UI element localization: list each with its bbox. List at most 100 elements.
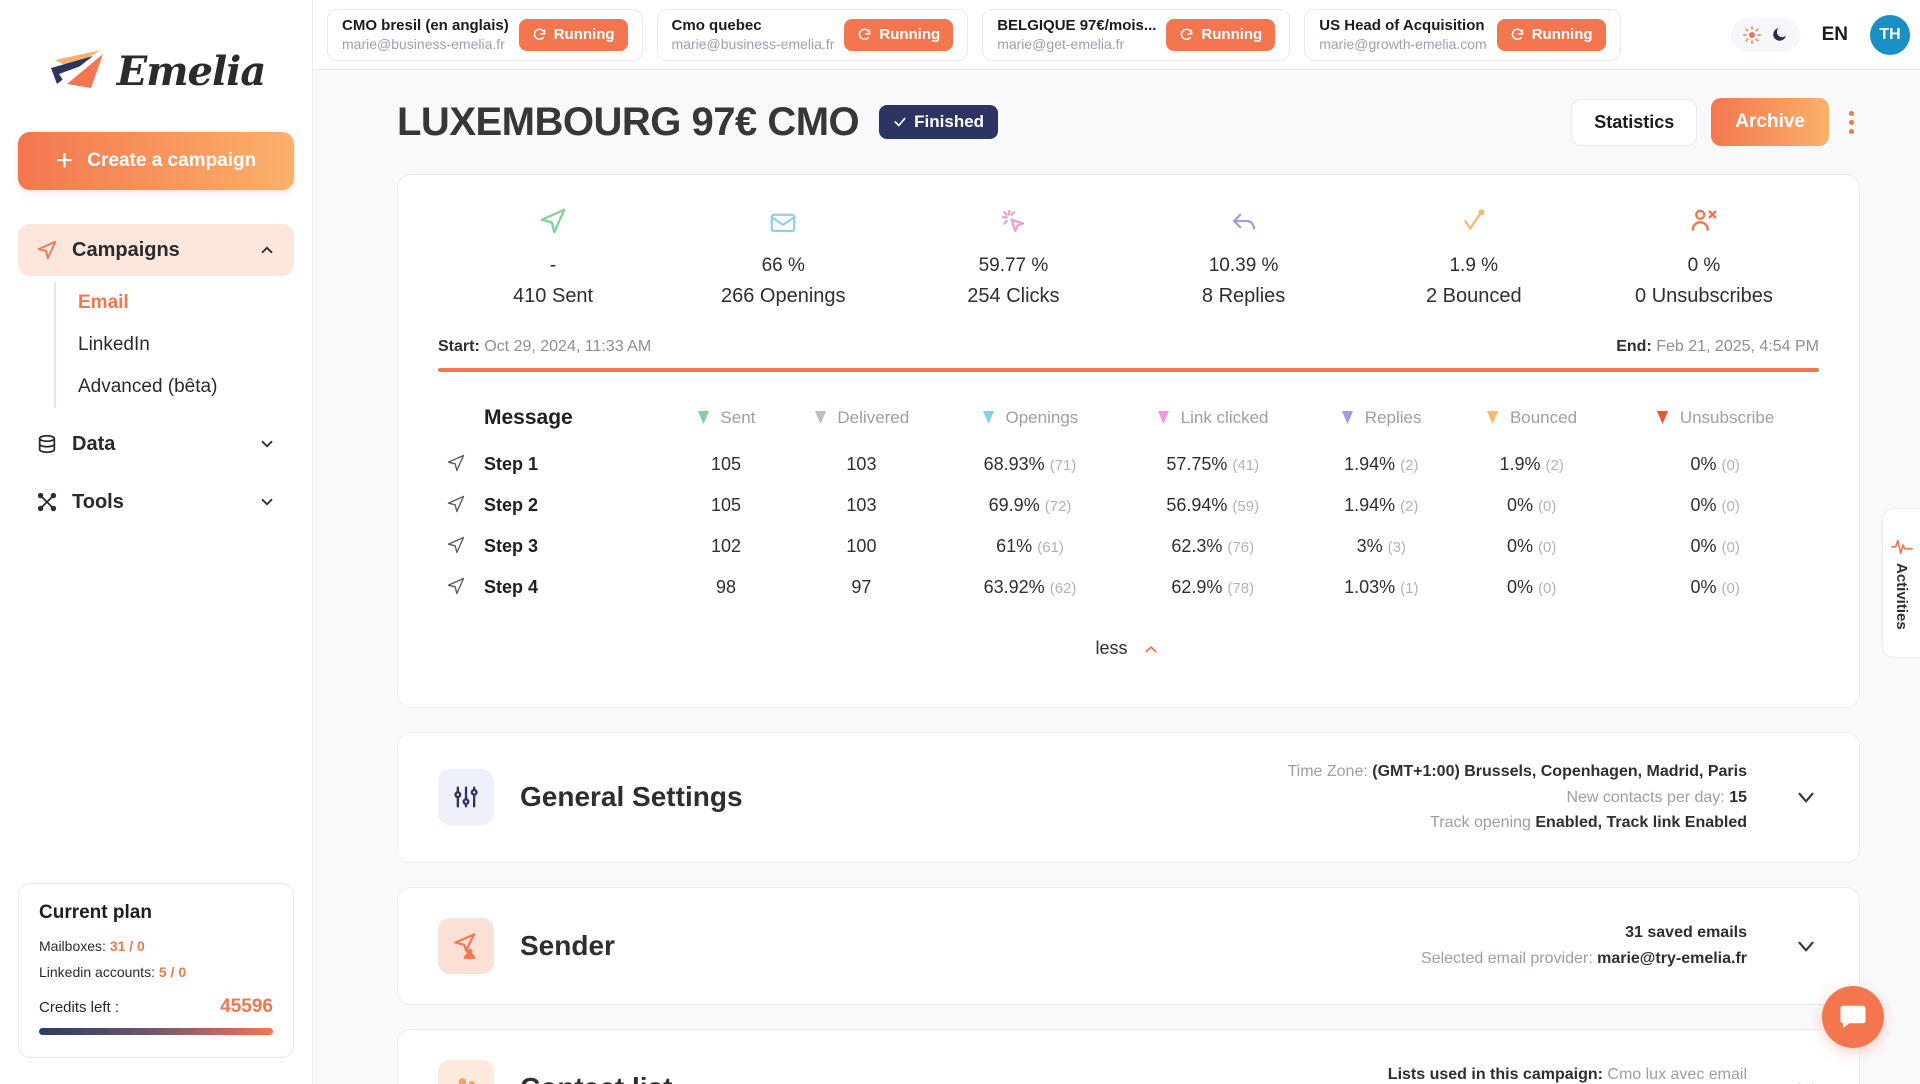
app-logo[interactable]: Emelia bbox=[0, 0, 312, 118]
sidebar-item-data[interactable]: Data bbox=[18, 418, 294, 470]
row-openings-count: (72) bbox=[1044, 498, 1072, 515]
cursor-click-icon bbox=[898, 201, 1128, 241]
col-message: Message bbox=[484, 406, 573, 429]
tools-icon bbox=[37, 492, 57, 512]
avatar[interactable]: TH bbox=[1870, 14, 1910, 55]
campaign-start-value: Oct 29, 2024, 11:33 AM bbox=[484, 338, 652, 355]
send-icon bbox=[447, 454, 465, 472]
moon-icon[interactable] bbox=[1771, 26, 1788, 43]
table-row[interactable]: Step 1 105 103 68.93% (71) 57.75% (41) 1… bbox=[438, 444, 1819, 485]
row-openings-pct: 68.93% bbox=[983, 454, 1045, 474]
stat-replies-label: 8 Replies bbox=[1201, 285, 1286, 307]
send-icon bbox=[447, 495, 465, 513]
row-openings-count: (62) bbox=[1049, 580, 1077, 597]
campaign-end-label: End: bbox=[1616, 338, 1652, 355]
row-bounced-count: (0) bbox=[1537, 498, 1557, 515]
campaign-end: End: Feb 21, 2025, 4:54 PM bbox=[1616, 338, 1819, 356]
sun-icon[interactable] bbox=[1742, 25, 1761, 44]
table-row[interactable]: Step 4 98 97 63.92% (62) 62.9% (78) 1.03… bbox=[438, 567, 1819, 608]
meta-value: marie@try-emelia.fr bbox=[1597, 949, 1747, 967]
row-openings-pct: 61% bbox=[996, 536, 1033, 556]
statistics-card: - 410 Sent 66 % 266 Openings 59.77 % 254… bbox=[397, 174, 1860, 708]
chevron-down-icon[interactable] bbox=[1793, 784, 1819, 810]
campaign-date-range: Start: Oct 29, 2024, 11:33 AM End: Feb 2… bbox=[438, 338, 1819, 356]
tag-icon bbox=[1657, 411, 1669, 424]
row-bounced-pct: 0% bbox=[1506, 577, 1533, 597]
col-openings-label: Openings bbox=[1005, 408, 1079, 427]
row-sent: 98 bbox=[716, 577, 737, 597]
row-clicked: 57.75% (41) bbox=[1115, 444, 1311, 485]
chevron-up-icon bbox=[261, 246, 273, 254]
campaign-tab[interactable]: BELGIQUE 97€/mois... marie@get-emelia.fr… bbox=[982, 8, 1291, 61]
row-replies-count: (3) bbox=[1387, 539, 1406, 556]
plan-linkedin-row: Linkedin accounts: 5 / 0 bbox=[39, 964, 273, 980]
chevron-down-icon[interactable] bbox=[1793, 933, 1819, 959]
section-sender[interactable]: Sender 31 saved emails Selected email pr… bbox=[397, 886, 1860, 1005]
row-clicked-pct: 62.3% bbox=[1171, 536, 1223, 556]
meta-value: 15 bbox=[1729, 788, 1747, 806]
section-general-settings[interactable]: General Settings Time Zone: (GMT+1:00) B… bbox=[397, 732, 1860, 863]
col-bounced: Bounced bbox=[1452, 392, 1612, 444]
campaign-tab[interactable]: CMO bresil (en anglais) marie@business-e… bbox=[327, 8, 643, 61]
sidebar-item-linkedin[interactable]: LinkedIn bbox=[78, 324, 294, 366]
sidebar-item-tools-label: Tools bbox=[72, 490, 124, 513]
current-plan-card: Current plan Mailboxes: 31 / 0 Linkedin … bbox=[18, 883, 294, 1058]
row-unsub-count: (0) bbox=[1721, 498, 1740, 515]
row-unsub: 0% (0) bbox=[1611, 444, 1819, 485]
row-clicked-pct: 62.9% bbox=[1171, 577, 1223, 597]
language-selector[interactable]: EN bbox=[1822, 24, 1848, 46]
section-meta: Time Zone: (GMT+1:00) Brussels, Copenhag… bbox=[1287, 759, 1747, 836]
campaign-tab-name: CMO bresil (en anglais) bbox=[342, 17, 509, 34]
campaign-tab-name: US Head of Acquisition bbox=[1319, 17, 1485, 34]
page-header-row: LUXEMBOURG 97€ CMO Finished Statistics A… bbox=[313, 70, 1920, 146]
meta-value: (GMT+1:00) Brussels, Copenhagen, Madrid,… bbox=[1372, 763, 1747, 780]
stat-bounced: 1.9 % 2 Bounced bbox=[1359, 201, 1589, 308]
tag-icon bbox=[1487, 411, 1499, 424]
row-replies: 3% (3) bbox=[1311, 526, 1452, 567]
col-openings: Openings bbox=[945, 392, 1114, 444]
table-row[interactable]: Step 2 105 103 69.9% (72) 56.94% (59) 1.… bbox=[438, 485, 1819, 526]
theme-toggle[interactable] bbox=[1730, 17, 1800, 52]
row-bounced: 0% (0) bbox=[1452, 567, 1612, 608]
status-badge-label: Running bbox=[1531, 26, 1593, 43]
chat-button[interactable] bbox=[1822, 986, 1884, 1048]
sidebar-item-advanced[interactable]: Advanced (bêta) bbox=[78, 366, 294, 408]
stat-unsubscribes: 0 % 0 Unsubscribes bbox=[1589, 201, 1819, 308]
more-options-icon[interactable] bbox=[1843, 107, 1860, 138]
sidebar-item-campaigns[interactable]: Campaigns bbox=[18, 224, 294, 276]
section-contact-list[interactable]: Contact list Lists used in this campaign… bbox=[397, 1028, 1860, 1084]
statistics-button[interactable]: Statistics bbox=[1571, 98, 1698, 146]
top-header: CMO bresil (en anglais) marie@business-e… bbox=[313, 0, 1920, 70]
toggle-details-button[interactable]: less bbox=[438, 638, 1819, 659]
activities-tab[interactable]: Activities bbox=[1882, 508, 1920, 658]
chevron-down-icon[interactable] bbox=[1793, 1075, 1819, 1084]
section-title: General Settings bbox=[520, 781, 743, 813]
current-plan-title: Current plan bbox=[39, 902, 152, 923]
database-icon bbox=[38, 434, 56, 454]
campaign-tab[interactable]: US Head of Acquisition marie@growth-emel… bbox=[1304, 8, 1621, 61]
archive-button[interactable]: Archive bbox=[1711, 98, 1829, 146]
create-campaign-button[interactable]: + Create a campaign bbox=[18, 132, 294, 190]
campaign-tab-email: marie@get-emelia.fr bbox=[997, 36, 1125, 52]
campaign-progress-bar bbox=[438, 368, 1819, 372]
meta-label: Selected email provider: bbox=[1421, 949, 1598, 967]
toggle-details-label: less bbox=[1095, 638, 1128, 658]
status-badge: Running bbox=[844, 18, 954, 51]
campaign-tab-email: marie@business-emelia.fr bbox=[671, 36, 835, 52]
col-link-clicked: Link clicked bbox=[1115, 392, 1311, 444]
user-remove-icon bbox=[1589, 201, 1819, 241]
sidebar-item-email[interactable]: Email bbox=[78, 282, 294, 324]
status-badge-label: Running bbox=[879, 26, 941, 43]
stat-bounced-pct: 1.9 % bbox=[1449, 255, 1499, 276]
tag-icon bbox=[982, 411, 994, 424]
row-unsub-pct: 0% bbox=[1690, 536, 1717, 556]
row-unsub: 0% (0) bbox=[1611, 567, 1819, 608]
section-meta-line: 31 saved emails bbox=[1421, 920, 1747, 946]
row-bounced-pct: 0% bbox=[1506, 495, 1533, 515]
table-row[interactable]: Step 3 102 100 61% (61) 62.3% (76) 3% (3… bbox=[438, 526, 1819, 567]
campaign-tab[interactable]: Cmo quebec marie@business-emelia.fr Runn… bbox=[656, 8, 969, 61]
row-openings: 61% (61) bbox=[945, 526, 1114, 567]
sidebar-item-tools[interactable]: Tools bbox=[18, 476, 294, 528]
header-actions: EN TH bbox=[1713, 14, 1910, 55]
row-clicked-pct: 57.75% bbox=[1166, 454, 1228, 474]
